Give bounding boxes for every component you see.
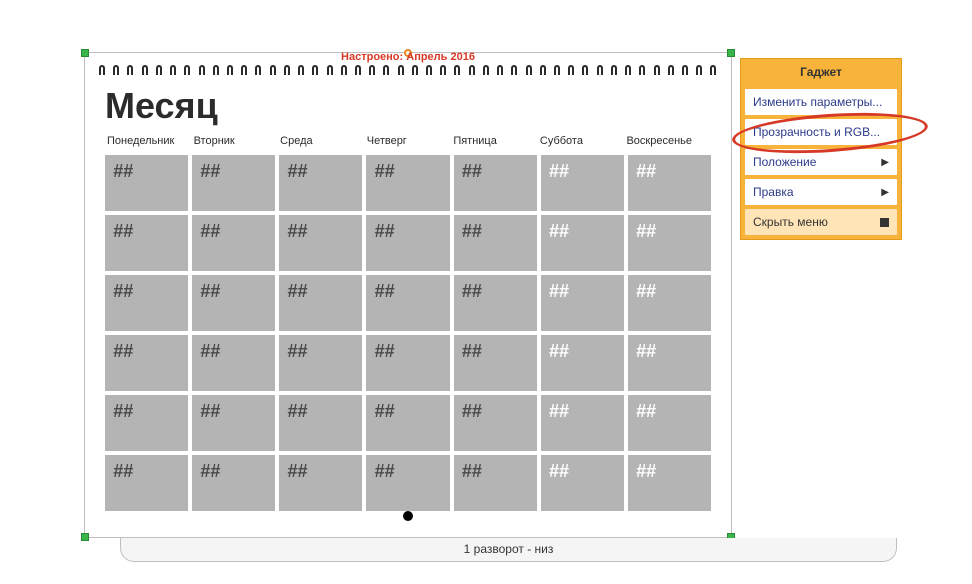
calendar-cell: ##	[279, 455, 362, 511]
gadget-item-transparency-rgb[interactable]: Прозрачность и RGB...	[745, 119, 897, 145]
calendar-cell: ##	[541, 455, 624, 511]
weekday-label: Четверг	[365, 131, 452, 151]
calendar-cell: ##	[454, 275, 537, 331]
gadget-item-edit[interactable]: Правка ▶	[745, 179, 897, 205]
calendar-cell: ##	[105, 155, 188, 211]
calendar-block: Месяц ПонедельникВторникСредаЧетвергПятн…	[105, 85, 711, 505]
calendar-cell: ##	[454, 335, 537, 391]
calendar-cell: ##	[279, 335, 362, 391]
calendar-title: Месяц	[105, 85, 711, 127]
spiral-binding	[95, 65, 721, 79]
gadget-item-label: Изменить параметры...	[753, 95, 882, 109]
calendar-cell: ##	[366, 335, 449, 391]
gadget-item-change-params[interactable]: Изменить параметры...	[745, 89, 897, 115]
resize-handle-bottom-left[interactable]	[81, 533, 89, 541]
calendar-cell: ##	[105, 395, 188, 451]
calendar-cell: ##	[628, 395, 711, 451]
calendar-cell: ##	[366, 395, 449, 451]
gadget-menu: Гаджет Изменить параметры... Прозрачность…	[740, 58, 902, 240]
calendar-cell: ##	[541, 275, 624, 331]
calendar-cell: ##	[454, 395, 537, 451]
calendar-cell: ##	[541, 395, 624, 451]
calendar-cell: ##	[454, 455, 537, 511]
calendar-row: ##############	[105, 155, 711, 211]
stop-icon	[880, 218, 889, 227]
calendar-cell: ##	[366, 215, 449, 271]
chevron-right-icon: ▶	[881, 187, 889, 198]
resize-handle-top-right[interactable]	[727, 49, 735, 57]
calendar-cell: ##	[366, 275, 449, 331]
weekday-label: Пятница	[451, 131, 538, 151]
calendar-cell: ##	[541, 335, 624, 391]
calendar-row: ##############	[105, 215, 711, 271]
calendar-cell: ##	[192, 155, 275, 211]
calendar-cell: ##	[279, 395, 362, 451]
calendar-row: ##############	[105, 275, 711, 331]
calendar-cell: ##	[192, 455, 275, 511]
spread-tab[interactable]: 1 разворот - низ	[120, 538, 897, 562]
calendar-cell: ##	[366, 155, 449, 211]
calendar-page-canvas[interactable]: Настроено: Апрель 2016 Месяц Понедельник…	[84, 52, 732, 538]
calendar-grid: ########################################…	[105, 155, 711, 511]
calendar-cell: ##	[454, 215, 537, 271]
calendar-weekday-row: ПонедельникВторникСредаЧетвергПятницаСуб…	[105, 131, 711, 151]
calendar-cell: ##	[192, 215, 275, 271]
gadget-item-label: Прозрачность и RGB...	[753, 125, 880, 139]
calendar-cell: ##	[105, 335, 188, 391]
calendar-cell: ##	[628, 275, 711, 331]
gadget-menu-title: Гаджет	[741, 59, 901, 85]
weekday-label: Понедельник	[105, 131, 192, 151]
calendar-cell: ##	[192, 335, 275, 391]
calendar-cell: ##	[279, 155, 362, 211]
chevron-right-icon: ▶	[881, 157, 889, 168]
resize-handle-top-left[interactable]	[81, 49, 89, 57]
calendar-cell: ##	[628, 155, 711, 211]
calendar-cell: ##	[628, 215, 711, 271]
calendar-cell: ##	[454, 155, 537, 211]
gadget-item-label: Скрыть меню	[753, 215, 828, 229]
calendar-row: ##############	[105, 395, 711, 451]
calendar-cell: ##	[366, 455, 449, 511]
gadget-item-hide-menu[interactable]: Скрыть меню	[745, 209, 897, 235]
calendar-cell: ##	[105, 215, 188, 271]
calendar-cell: ##	[541, 215, 624, 271]
weekday-label: Вторник	[192, 131, 279, 151]
punch-hole	[403, 511, 413, 521]
gadget-item-label: Положение	[753, 155, 816, 169]
weekday-label: Суббота	[538, 131, 625, 151]
gadget-item-label: Правка	[753, 185, 794, 199]
calendar-cell: ##	[541, 155, 624, 211]
calendar-row: ##############	[105, 455, 711, 511]
calendar-cell: ##	[279, 215, 362, 271]
weekday-label: Среда	[278, 131, 365, 151]
calendar-cell: ##	[105, 455, 188, 511]
calendar-cell: ##	[628, 455, 711, 511]
weekday-label: Воскресенье	[624, 131, 711, 151]
configured-label: Настроено: Апрель 2016	[341, 51, 475, 63]
calendar-row: ##############	[105, 335, 711, 391]
calendar-cell: ##	[105, 275, 188, 331]
calendar-cell: ##	[192, 395, 275, 451]
calendar-cell: ##	[192, 275, 275, 331]
gadget-item-position[interactable]: Положение ▶	[745, 149, 897, 175]
calendar-cell: ##	[279, 275, 362, 331]
calendar-cell: ##	[628, 335, 711, 391]
